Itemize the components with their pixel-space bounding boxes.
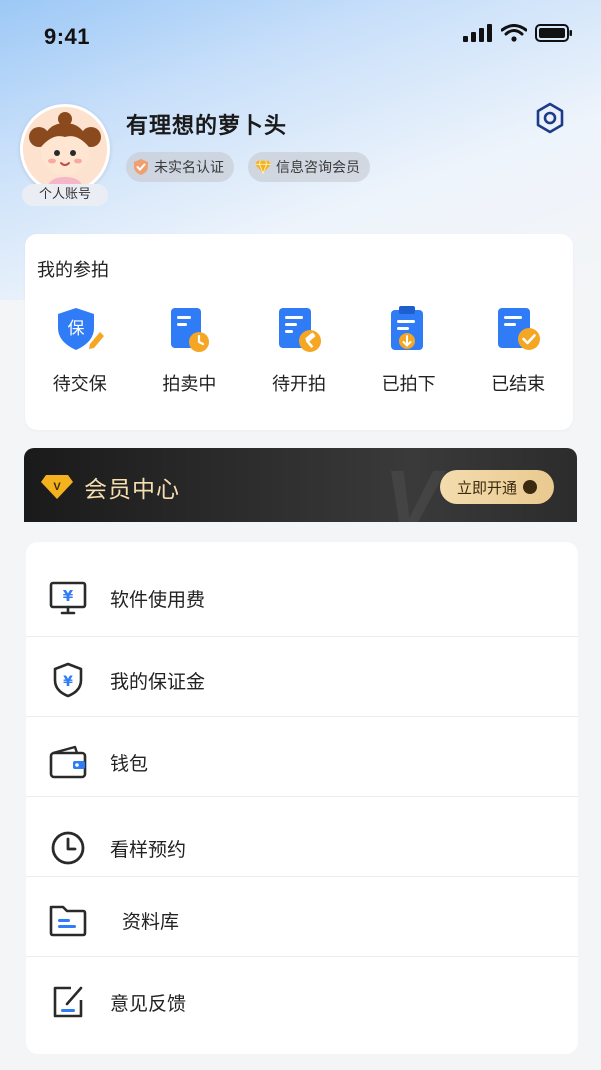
- monitor-yen-icon: ¥: [48, 578, 88, 618]
- shield-deposit-glyph: 保: [67, 319, 84, 339]
- doc-check-icon: [492, 304, 544, 356]
- my-bids-list: 保 待交保 拍卖中 待开拍 已拍下 已结束: [25, 304, 573, 396]
- menu-item-library[interactable]: 资料库: [26, 880, 578, 960]
- doc-gavel-icon: [273, 304, 325, 356]
- account-type-tag: 个人账号: [22, 184, 108, 206]
- menu-item-my-deposit[interactable]: ¥ 我的保证金: [26, 640, 578, 720]
- avatar-girl-icon: [23, 107, 107, 191]
- user-badges: 未实名认证 信息咨询会员: [126, 152, 370, 182]
- bid-item-label: 拍卖中: [162, 374, 217, 395]
- vip-watermark: V: [384, 453, 441, 522]
- bid-item-label: 已拍下: [381, 374, 436, 395]
- member-badge[interactable]: 信息咨询会员: [248, 152, 370, 182]
- verify-icon: [132, 158, 150, 176]
- menu-item-wallet[interactable]: 钱包: [26, 722, 578, 802]
- menu-divider: [26, 716, 578, 717]
- shield-yen-glyph: ¥: [63, 674, 73, 690]
- menu-item-software-fee[interactable]: ¥ 软件使用费: [26, 558, 578, 638]
- settings-button[interactable]: [532, 100, 568, 136]
- menu-item-label: 我的保证金: [110, 670, 206, 693]
- avatar[interactable]: [20, 104, 110, 194]
- vip-center-title: 会员中心: [84, 477, 180, 503]
- my-bids-card: 我的参拍 保 待交保 拍卖中 待开拍 已拍下 已结束: [25, 234, 573, 430]
- clock-icon: [48, 828, 88, 868]
- bid-item-label: 待交保: [52, 374, 107, 395]
- monitor-yen-glyph: ¥: [63, 587, 74, 605]
- menu-divider: [26, 796, 578, 797]
- menu-item-feedback[interactable]: 意见反馈: [26, 962, 578, 1042]
- menu-list-card: ¥ 软件使用费 ¥ 我的保证金 钱包 看样预约 资料库 意见反馈: [26, 542, 578, 1054]
- vip-diamond-letter: V: [53, 481, 61, 493]
- status-time: 9:41: [44, 24, 91, 49]
- activate-now-label: 立即开通: [456, 478, 517, 497]
- my-bids-title: 我的参拍: [37, 260, 109, 281]
- menu-item-label: 看样预约: [110, 838, 187, 861]
- bid-item-label: 已结束: [491, 374, 546, 395]
- menu-item-label: 钱包: [110, 752, 149, 775]
- wallet-icon: [48, 742, 88, 782]
- signal-icon: [463, 24, 492, 42]
- bid-item-in-auction[interactable]: 拍卖中: [139, 304, 239, 396]
- menu-item-label: 资料库: [122, 910, 180, 933]
- member-badge-label: 信息咨询会员: [276, 160, 360, 176]
- shield-yen-icon: ¥: [48, 660, 88, 700]
- status-icons: [463, 24, 573, 42]
- menu-divider: [26, 876, 578, 877]
- battery-icon: [535, 24, 572, 42]
- arrow-dot-icon: [523, 480, 537, 494]
- feedback-icon: [48, 982, 88, 1022]
- clipboard-download-icon: [383, 304, 435, 356]
- bid-item-label: 待开拍: [271, 374, 326, 395]
- vip-diamond-icon: V: [41, 475, 73, 499]
- real-name-badge[interactable]: 未实名认证: [126, 152, 234, 182]
- vip-center-bar[interactable]: V V 会员中心 立即开通: [24, 448, 577, 522]
- diamond-icon: [254, 158, 272, 176]
- menu-item-label: 意见反馈: [110, 992, 187, 1015]
- settings-icon: [536, 102, 564, 134]
- bid-item-upcoming[interactable]: 待开拍: [249, 304, 349, 396]
- profile-section: 个人账号 有理想的萝卜头 未实名认证 信息咨询会员: [0, 88, 601, 218]
- menu-divider: [26, 636, 578, 637]
- activate-now-button[interactable]: 立即开通: [440, 470, 554, 504]
- bid-item-ended[interactable]: 已结束: [468, 304, 568, 396]
- bid-item-won[interactable]: 已拍下: [359, 304, 459, 396]
- shield-deposit-icon: 保: [54, 304, 106, 356]
- real-name-badge-label: 未实名认证: [154, 160, 224, 176]
- doc-clock-icon: [163, 304, 215, 356]
- folder-icon: [48, 900, 88, 940]
- status-bar: 9:41: [0, 0, 601, 78]
- user-nickname: 有理想的萝卜头: [126, 114, 288, 139]
- menu-divider: [26, 956, 578, 957]
- menu-item-label: 软件使用费: [110, 588, 206, 611]
- wifi-icon: [501, 24, 527, 42]
- bid-item-pending-deposit[interactable]: 保 待交保: [30, 304, 130, 396]
